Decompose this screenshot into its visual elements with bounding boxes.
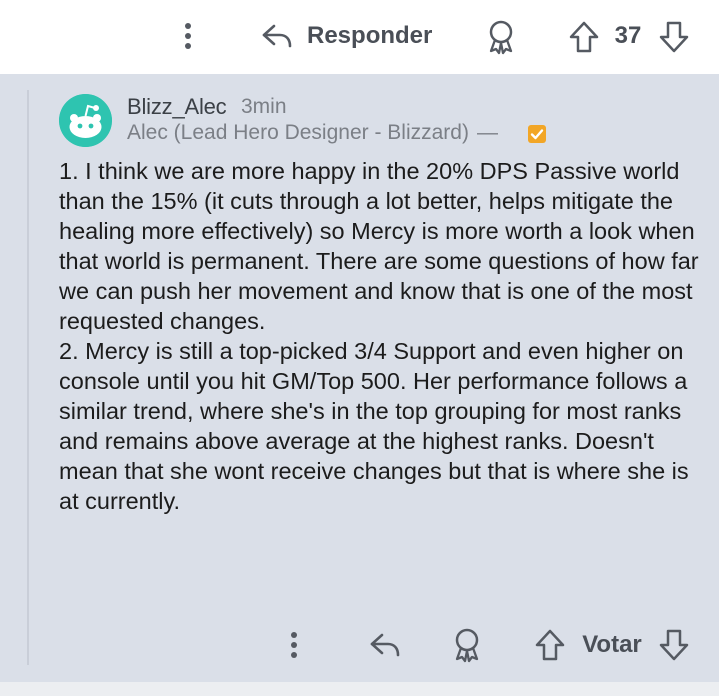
more-vert-icon [291, 632, 297, 658]
reply-button[interactable] [366, 626, 404, 664]
award-icon [455, 628, 479, 663]
top-action-bar: Responder 37 [0, 0, 719, 74]
downvote-button[interactable] [656, 18, 692, 56]
user-flair: Alec (Lead Hero Designer - Blizzard) — [127, 121, 498, 145]
timestamp: 3min [241, 95, 287, 118]
comment-container: Blizz_Alec 3min Alec (Lead Hero Designer… [0, 74, 719, 682]
flair-badge-icon [528, 125, 546, 143]
avatar[interactable] [59, 94, 112, 147]
vote-count-text: 37 [614, 22, 642, 49]
more-vert-icon [185, 23, 191, 49]
vote-count: 37 [606, 16, 650, 56]
reply-icon [370, 633, 400, 657]
downvote-icon [659, 21, 689, 53]
reply-label: Responder [307, 22, 433, 49]
bottom-strip [0, 682, 719, 696]
more-options-button[interactable] [280, 627, 308, 663]
upvote-icon [569, 21, 599, 53]
upvote-button[interactable] [532, 626, 568, 664]
flair-separator: — [476, 121, 498, 144]
award-button[interactable] [482, 16, 520, 58]
thread-line[interactable] [27, 90, 29, 665]
upvote-icon [535, 629, 565, 661]
award-icon [489, 20, 513, 55]
reply-icon [262, 24, 292, 48]
vote-label-text: Votar [582, 631, 642, 658]
award-button[interactable] [448, 624, 486, 666]
comment-paragraph-2: 2. Mercy is still a top-picked 3/4 Suppo… [59, 338, 689, 514]
flair-text: Alec (Lead Hero Designer - Blizzard) [127, 121, 469, 144]
downvote-icon [659, 629, 689, 661]
more-options-button[interactable] [174, 18, 202, 54]
comment-paragraph-1: 1. I think we are more happy in the 20% … [59, 158, 699, 334]
comment-body: 1. I think we are more happy in the 20% … [59, 156, 699, 516]
username[interactable]: Blizz_Alec [127, 94, 227, 120]
reply-button[interactable]: Responder [260, 16, 440, 56]
upvote-button[interactable] [566, 18, 602, 56]
avatar-icon [59, 94, 112, 147]
downvote-button[interactable] [656, 626, 692, 664]
vote-label: Votar [576, 626, 648, 664]
